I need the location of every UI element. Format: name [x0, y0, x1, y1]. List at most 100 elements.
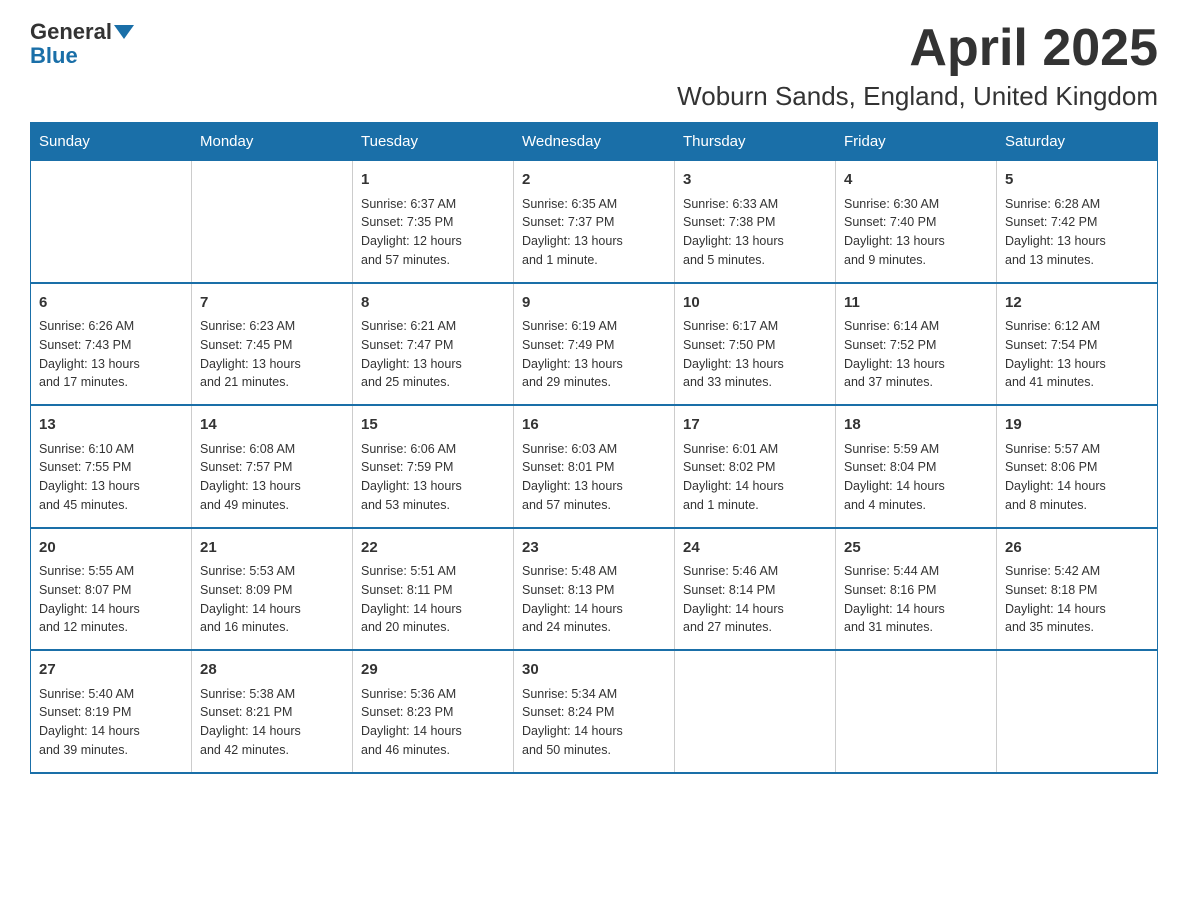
day-number: 21 — [200, 537, 344, 560]
calendar-cell: 21Sunrise: 5:53 AM Sunset: 8:09 PM Dayli… — [192, 528, 353, 651]
calendar-cell: 3 Sunrise: 6:33 AM Sunset: 7:38 PM Daylig… — [675, 161, 836, 283]
day-number: 4 — [844, 169, 988, 192]
calendar-week-row: 13 Sunrise: 6:10 AM Sunset: 7:55 PM Dayli… — [31, 405, 1158, 528]
day-number: 17 — [683, 414, 827, 437]
day-info: Sunrise: 6:33 AM Sunset: 7:38 PM Dayligh… — [683, 195, 827, 270]
day-number: 19 — [1005, 414, 1149, 437]
calendar-cell: 9Sunrise: 6:19 AM Sunset: 7:49 PM Daylig… — [514, 283, 675, 406]
calendar-cell: 22Sunrise: 5:51 AM Sunset: 8:11 PM Dayli… — [353, 528, 514, 651]
day-info: Sunrise: 6:26 AM Sunset: 7:43 PM Dayligh… — [39, 317, 183, 392]
day-number: 7 — [200, 292, 344, 315]
day-info: Sunrise: 6:21 AM Sunset: 7:47 PM Dayligh… — [361, 317, 505, 392]
day-number: 9 — [522, 292, 666, 315]
day-number: 27 — [39, 659, 183, 682]
calendar-cell: 7Sunrise: 6:23 AM Sunset: 7:45 PM Daylig… — [192, 283, 353, 406]
day-info: Sunrise: 5:51 AM Sunset: 8:11 PM Dayligh… — [361, 562, 505, 637]
day-number: 20 — [39, 537, 183, 560]
day-info: Sunrise: 5:36 AM Sunset: 8:23 PM Dayligh… — [361, 685, 505, 760]
day-info: Sunrise: 6:01 AM Sunset: 8:02 PM Dayligh… — [683, 440, 827, 515]
day-info: Sunrise: 5:38 AM Sunset: 8:21 PM Dayligh… — [200, 685, 344, 760]
day-info: Sunrise: 6:12 AM Sunset: 7:54 PM Dayligh… — [1005, 317, 1149, 392]
calendar-cell: 15 Sunrise: 6:06 AM Sunset: 7:59 PM Dayli… — [353, 405, 514, 528]
column-header-saturday: Saturday — [997, 123, 1158, 161]
calendar-cell — [836, 650, 997, 773]
day-info: Sunrise: 6:28 AM Sunset: 7:42 PM Dayligh… — [1005, 195, 1149, 270]
calendar-cell — [31, 161, 192, 283]
calendar-cell: 11Sunrise: 6:14 AM Sunset: 7:52 PM Dayli… — [836, 283, 997, 406]
calendar-cell — [192, 161, 353, 283]
day-info: Sunrise: 6:30 AM Sunset: 7:40 PM Dayligh… — [844, 195, 988, 270]
day-number: 29 — [361, 659, 505, 682]
calendar-table: SundayMondayTuesdayWednesdayThursdayFrid… — [30, 122, 1158, 774]
day-info: Sunrise: 5:59 AM Sunset: 8:04 PM Dayligh… — [844, 440, 988, 515]
calendar-cell — [675, 650, 836, 773]
day-info: Sunrise: 5:53 AM Sunset: 8:09 PM Dayligh… — [200, 562, 344, 637]
column-header-sunday: Sunday — [31, 123, 192, 161]
column-header-thursday: Thursday — [675, 123, 836, 161]
day-info: Sunrise: 5:34 AM Sunset: 8:24 PM Dayligh… — [522, 685, 666, 760]
day-info: Sunrise: 5:48 AM Sunset: 8:13 PM Dayligh… — [522, 562, 666, 637]
day-number: 13 — [39, 414, 183, 437]
day-number: 3 — [683, 169, 827, 192]
calendar-cell: 14 Sunrise: 6:08 AM Sunset: 7:57 PM Dayli… — [192, 405, 353, 528]
logo: General Blue — [30, 20, 134, 68]
calendar-week-row: 27 Sunrise: 5:40 AM Sunset: 8:19 PM Dayli… — [31, 650, 1158, 773]
day-number: 14 — [200, 414, 344, 437]
day-info: Sunrise: 5:40 AM Sunset: 8:19 PM Dayligh… — [39, 685, 183, 760]
calendar-cell: 26Sunrise: 5:42 AM Sunset: 8:18 PM Dayli… — [997, 528, 1158, 651]
page-header: General Blue April 2025 Woburn Sands, En… — [30, 20, 1158, 112]
day-number: 15 — [361, 414, 505, 437]
calendar-cell: 18 Sunrise: 5:59 AM Sunset: 8:04 PM Dayli… — [836, 405, 997, 528]
calendar-cell: 13 Sunrise: 6:10 AM Sunset: 7:55 PM Dayli… — [31, 405, 192, 528]
day-info: Sunrise: 6:06 AM Sunset: 7:59 PM Dayligh… — [361, 440, 505, 515]
day-info: Sunrise: 6:37 AM Sunset: 7:35 PM Dayligh… — [361, 195, 505, 270]
day-number: 10 — [683, 292, 827, 315]
column-header-tuesday: Tuesday — [353, 123, 514, 161]
day-info: Sunrise: 6:14 AM Sunset: 7:52 PM Dayligh… — [844, 317, 988, 392]
calendar-cell: 2 Sunrise: 6:35 AM Sunset: 7:37 PM Daylig… — [514, 161, 675, 283]
calendar-week-row: 20Sunrise: 5:55 AM Sunset: 8:07 PM Dayli… — [31, 528, 1158, 651]
day-number: 2 — [522, 169, 666, 192]
day-info: Sunrise: 6:35 AM Sunset: 7:37 PM Dayligh… — [522, 195, 666, 270]
day-info: Sunrise: 6:19 AM Sunset: 7:49 PM Dayligh… — [522, 317, 666, 392]
day-number: 28 — [200, 659, 344, 682]
day-number: 18 — [844, 414, 988, 437]
calendar-cell: 19 Sunrise: 5:57 AM Sunset: 8:06 PM Dayli… — [997, 405, 1158, 528]
day-info: Sunrise: 5:42 AM Sunset: 8:18 PM Dayligh… — [1005, 562, 1149, 637]
day-info: Sunrise: 6:08 AM Sunset: 7:57 PM Dayligh… — [200, 440, 344, 515]
calendar-week-row: 6Sunrise: 6:26 AM Sunset: 7:43 PM Daylig… — [31, 283, 1158, 406]
column-header-monday: Monday — [192, 123, 353, 161]
calendar-cell: 28 Sunrise: 5:38 AM Sunset: 8:21 PM Dayli… — [192, 650, 353, 773]
calendar-cell: 10Sunrise: 6:17 AM Sunset: 7:50 PM Dayli… — [675, 283, 836, 406]
month-title: April 2025 — [677, 20, 1158, 77]
calendar-cell: 30 Sunrise: 5:34 AM Sunset: 8:24 PM Dayli… — [514, 650, 675, 773]
logo-triangle-icon — [114, 25, 134, 39]
calendar-cell: 24Sunrise: 5:46 AM Sunset: 8:14 PM Dayli… — [675, 528, 836, 651]
title-block: April 2025 Woburn Sands, England, United… — [677, 20, 1158, 112]
column-header-friday: Friday — [836, 123, 997, 161]
calendar-cell: 23Sunrise: 5:48 AM Sunset: 8:13 PM Dayli… — [514, 528, 675, 651]
location-title: Woburn Sands, England, United Kingdom — [677, 81, 1158, 112]
day-number: 26 — [1005, 537, 1149, 560]
calendar-cell: 17 Sunrise: 6:01 AM Sunset: 8:02 PM Dayli… — [675, 405, 836, 528]
calendar-cell: 27 Sunrise: 5:40 AM Sunset: 8:19 PM Dayli… — [31, 650, 192, 773]
day-info: Sunrise: 6:10 AM Sunset: 7:55 PM Dayligh… — [39, 440, 183, 515]
day-number: 30 — [522, 659, 666, 682]
calendar-cell: 4 Sunrise: 6:30 AM Sunset: 7:40 PM Daylig… — [836, 161, 997, 283]
calendar-header-row: SundayMondayTuesdayWednesdayThursdayFrid… — [31, 123, 1158, 161]
day-number: 23 — [522, 537, 666, 560]
calendar-cell: 12Sunrise: 6:12 AM Sunset: 7:54 PM Dayli… — [997, 283, 1158, 406]
calendar-cell: 25Sunrise: 5:44 AM Sunset: 8:16 PM Dayli… — [836, 528, 997, 651]
logo-blue-text: Blue — [30, 43, 78, 68]
day-number: 12 — [1005, 292, 1149, 315]
calendar-week-row: 1 Sunrise: 6:37 AM Sunset: 7:35 PM Daylig… — [31, 161, 1158, 283]
day-number: 11 — [844, 292, 988, 315]
logo-general-text: General — [30, 20, 112, 44]
calendar-cell: 5Sunrise: 6:28 AM Sunset: 7:42 PM Daylig… — [997, 161, 1158, 283]
day-number: 6 — [39, 292, 183, 315]
calendar-cell: 16Sunrise: 6:03 AM Sunset: 8:01 PM Dayli… — [514, 405, 675, 528]
day-info: Sunrise: 6:03 AM Sunset: 8:01 PM Dayligh… — [522, 440, 666, 515]
calendar-cell: 6Sunrise: 6:26 AM Sunset: 7:43 PM Daylig… — [31, 283, 192, 406]
day-number: 1 — [361, 169, 505, 192]
day-info: Sunrise: 5:57 AM Sunset: 8:06 PM Dayligh… — [1005, 440, 1149, 515]
